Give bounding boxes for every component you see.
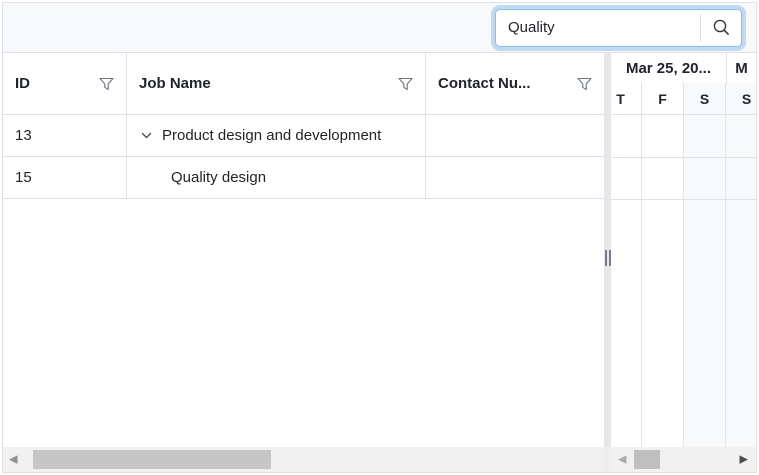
- scrollbar-splitter-gap: [604, 447, 611, 472]
- filter-icon[interactable]: [99, 77, 114, 91]
- search-box[interactable]: [495, 8, 742, 47]
- timeline-column-weekend: [726, 115, 756, 447]
- search-input[interactable]: [496, 9, 700, 46]
- filter-icon[interactable]: [398, 77, 413, 91]
- pane-splitter[interactable]: [604, 53, 611, 447]
- timeline-day-tier: T F S S: [611, 83, 756, 115]
- timeline-horizontal-scrollbar[interactable]: ◀ ▶: [611, 447, 756, 472]
- table-row[interactable]: 13 Product design and development: [3, 115, 604, 157]
- column-header-id[interactable]: ID: [3, 53, 127, 114]
- week-header-cell: M: [735, 59, 748, 77]
- chevron-down-icon[interactable]: [141, 132, 152, 140]
- timeline-row-line: [611, 157, 756, 158]
- toolbar: [3, 3, 756, 53]
- table-row[interactable]: 15 Quality design: [3, 157, 604, 199]
- job-name-cell: Quality design: [127, 157, 426, 198]
- job-name-cell: Product design and development: [127, 115, 426, 156]
- timeline-chart-body: [611, 115, 756, 447]
- contact-cell: [426, 157, 604, 198]
- column-label: Job Name: [139, 75, 211, 92]
- column-label: ID: [15, 75, 30, 92]
- grid-horizontal-scrollbar[interactable]: ◀: [3, 447, 604, 472]
- id-cell: 13: [3, 115, 127, 156]
- day-header-cell: F: [642, 83, 684, 114]
- day-header-cell: T: [611, 83, 642, 114]
- day-header-cell: S: [684, 83, 726, 114]
- filter-icon[interactable]: [577, 77, 592, 91]
- treegrid-header-row: ID Job Name Contact Nu...: [3, 53, 604, 115]
- main-area: ID Job Name Contact Nu... 13 Product des…: [3, 53, 756, 447]
- timeline-week-tier: Mar 25, 20... M: [611, 53, 756, 83]
- gantt-widget: ID Job Name: [0, 0, 759, 475]
- search-icon: [712, 18, 731, 37]
- timeline-scrollbar-thumb[interactable]: [634, 450, 660, 469]
- scrollbar-row: ◀ ◀ ▶: [3, 447, 756, 472]
- contact-cell: [426, 115, 604, 156]
- week-header-cell: Mar 25, 20...: [611, 53, 727, 83]
- timeline-pane: Mar 25, 20... M T F S S: [611, 53, 756, 447]
- gantt-frame: ID Job Name: [2, 2, 757, 473]
- scroll-left-arrow-icon[interactable]: ◀: [618, 454, 626, 465]
- search-button[interactable]: [701, 9, 741, 46]
- timeline-column: [642, 115, 684, 447]
- column-label: Contact Nu...: [438, 75, 531, 92]
- timeline-row-line: [611, 199, 756, 200]
- splitter-handle[interactable]: [604, 250, 611, 266]
- scroll-left-arrow-icon[interactable]: ◀: [9, 454, 17, 465]
- id-cell: 15: [3, 157, 127, 198]
- treegrid-pane: ID Job Name Contact Nu... 13 Product des…: [3, 53, 604, 447]
- timeline-column: [611, 115, 642, 447]
- job-name-text: Quality design: [171, 169, 267, 186]
- grid-scrollbar-thumb[interactable]: [33, 450, 271, 469]
- day-header-cell: S: [726, 83, 756, 114]
- treegrid-empty-area: [3, 199, 604, 447]
- column-header-job-name[interactable]: Job Name: [127, 53, 426, 114]
- job-name-text: Product design and development: [162, 127, 382, 144]
- scroll-right-arrow-icon[interactable]: ▶: [740, 454, 748, 465]
- timeline-column-weekend: [684, 115, 726, 447]
- column-header-contact-number[interactable]: Contact Nu...: [426, 53, 604, 114]
